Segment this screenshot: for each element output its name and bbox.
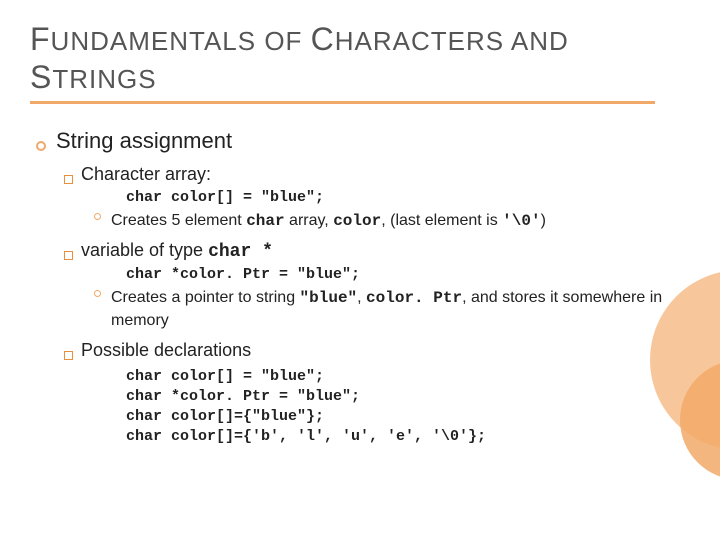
text: String assignment xyxy=(56,128,232,154)
text: variable of type char * xyxy=(81,240,273,262)
code-line: char color[]={'b', 'l', 'u', 'e', '\0'}; xyxy=(126,427,690,447)
code-line: char color[] = "blue"; xyxy=(126,367,690,387)
text: Creates a pointer to string "blue", colo… xyxy=(111,287,690,331)
square-icon xyxy=(64,251,73,260)
square-icon xyxy=(64,351,73,360)
text: Creates 5 element char array, color, (la… xyxy=(111,210,546,233)
ring-icon xyxy=(94,290,101,297)
title-underline xyxy=(30,101,655,104)
bullet-lv3: Creates 5 element char array, color, (la… xyxy=(94,210,690,233)
text: Possible declarations xyxy=(81,340,251,361)
square-icon xyxy=(64,175,73,184)
code-line: char *color. Ptr = "blue"; xyxy=(126,387,690,407)
code-block: char color[] = "blue"; char *color. Ptr … xyxy=(126,367,690,448)
ring-icon xyxy=(94,213,101,220)
bullet-lv2: Possible declarations xyxy=(64,340,690,361)
code-line: char color[]={"blue"}; xyxy=(126,407,690,427)
code-line: char color[] = "blue"; xyxy=(126,189,690,206)
bullet-lv2: variable of type char * xyxy=(64,240,690,262)
bullet-lv1: String assignment xyxy=(36,128,690,154)
code-line: char *color. Ptr = "blue"; xyxy=(126,266,690,283)
content-area: String assignment Character array: char … xyxy=(30,128,690,448)
bullet-lv3: Creates a pointer to string "blue", colo… xyxy=(94,287,690,331)
bullet-lv2: Character array: xyxy=(64,164,690,185)
slide-title: FUNDAMENTALS OF CHARACTERS AND STRINGS xyxy=(30,20,690,97)
ring-icon xyxy=(36,141,46,151)
text: Character array: xyxy=(81,164,211,185)
